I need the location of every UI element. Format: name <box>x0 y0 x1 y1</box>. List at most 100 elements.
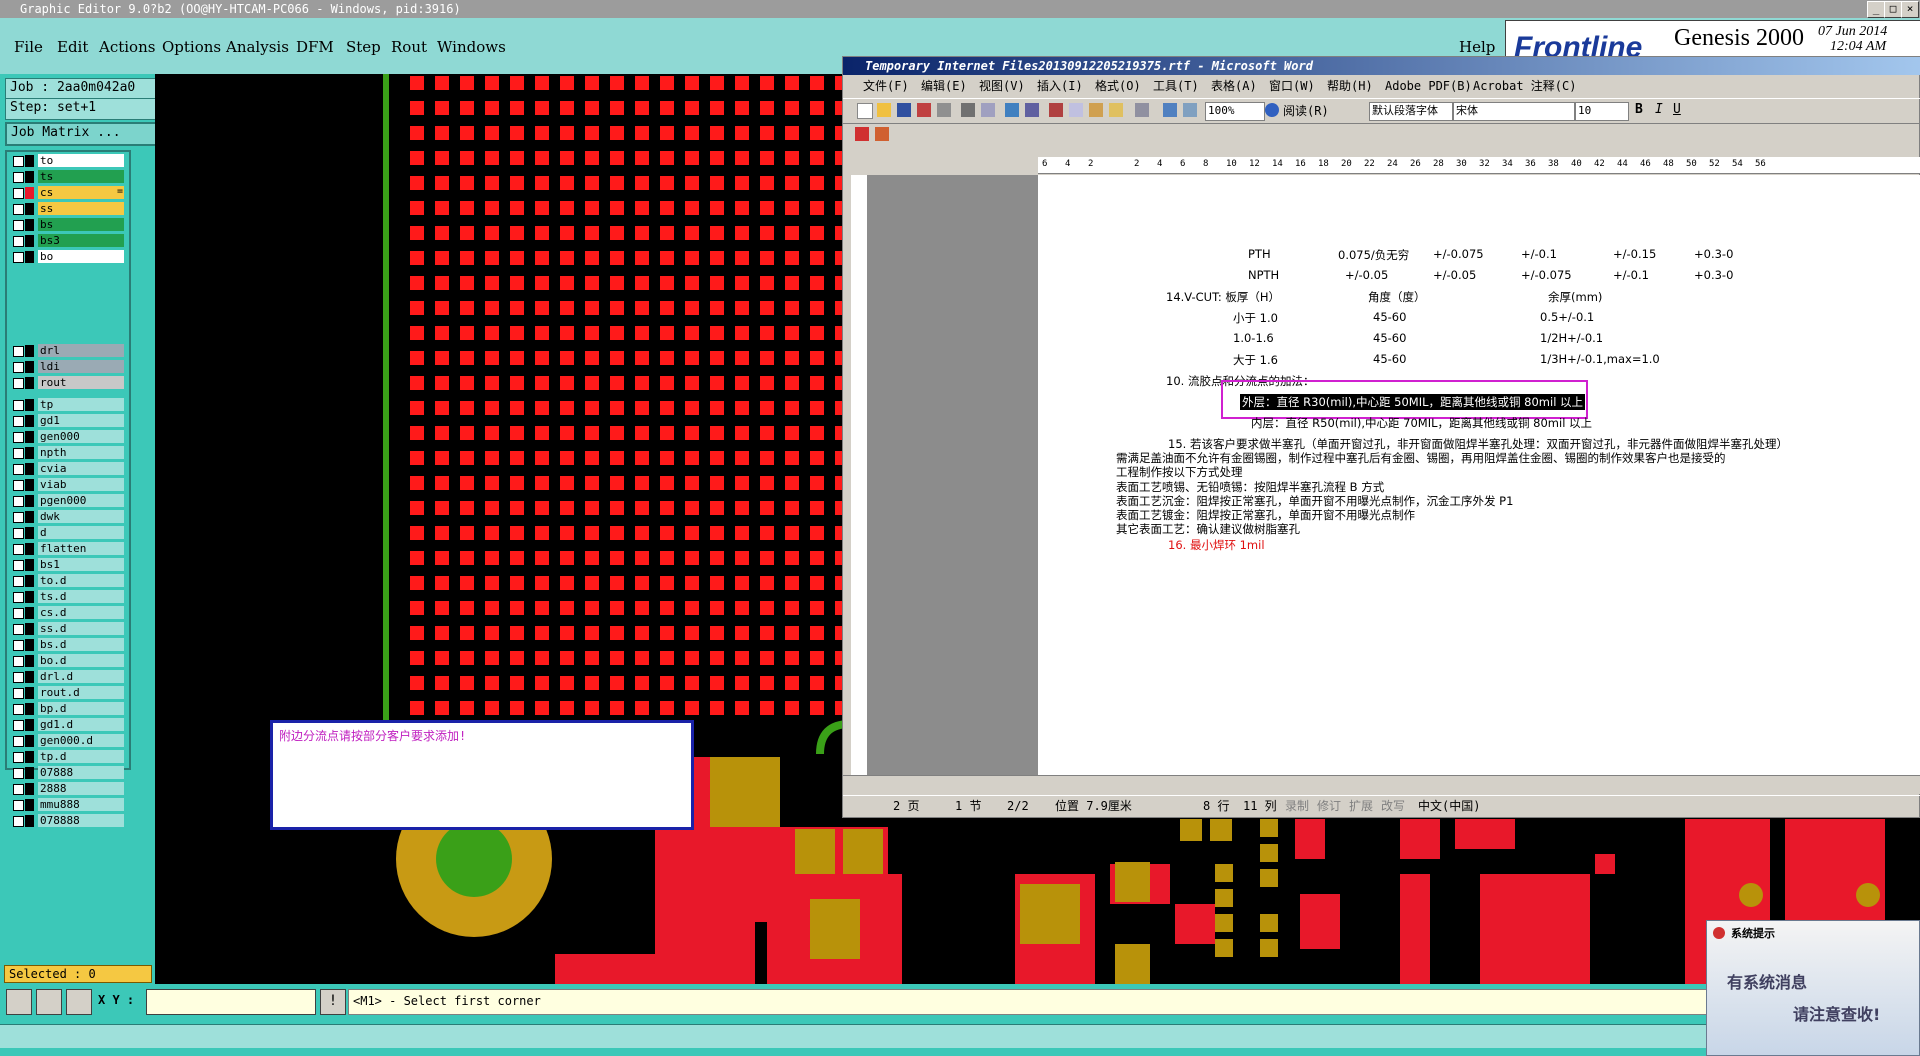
alert-icon[interactable]: ! <box>320 989 346 1015</box>
snap-icon[interactable] <box>6 989 32 1015</box>
document-page[interactable]: PTH 0.075/负无穷 +/-0.075 +/-0.1 +/-0.15 +0… <box>1038 175 1920 775</box>
grid-icon[interactable] <box>66 989 92 1015</box>
layer-row-to[interactable]: to <box>9 154 125 168</box>
minimize-button[interactable]: _ <box>1867 1 1885 18</box>
open-icon[interactable] <box>877 103 891 117</box>
save-icon[interactable] <box>897 103 911 117</box>
help-icon[interactable] <box>1265 103 1279 117</box>
layer-row-2888[interactable]: 2888 <box>9 782 125 796</box>
layer-checkbox[interactable] <box>13 188 24 199</box>
layer-row-bo-d[interactable]: bo.d <box>9 654 125 668</box>
layer-checkbox[interactable] <box>13 544 24 555</box>
email-icon[interactable] <box>937 103 951 117</box>
underline-icon[interactable]: U <box>1673 102 1681 117</box>
layer-checkbox[interactable] <box>13 608 24 619</box>
layer-row-viab[interactable]: viab <box>9 478 125 492</box>
restore-button[interactable]: □ <box>1884 1 1902 18</box>
horizontal-ruler[interactable]: 6 4 2 2 4 6 8 10 12 14 16 18 20 22 24 26 28 30 32 34 36 38 40 4… <box>1038 157 1920 174</box>
research-icon[interactable] <box>1025 103 1039 117</box>
layer-checkbox[interactable] <box>13 576 24 587</box>
job-matrix-button[interactable]: Job Matrix ... <box>5 122 161 146</box>
layer-row-cvia[interactable]: cvia <box>9 462 125 476</box>
layer-row-bo[interactable]: bo <box>9 250 125 264</box>
layer-checkbox[interactable] <box>13 704 24 715</box>
layer-row-cs-d[interactable]: cs.d <box>9 606 125 620</box>
layer-checkbox[interactable] <box>13 592 24 603</box>
layer-checkbox[interactable] <box>13 172 24 183</box>
layer-row-07888[interactable]: 07888 <box>9 766 125 780</box>
layer-checkbox[interactable] <box>13 624 24 635</box>
status-ovr[interactable]: 改写 <box>1381 796 1405 816</box>
font-size-select[interactable]: 10 <box>1575 102 1629 121</box>
bold-icon[interactable]: B <box>1635 102 1643 117</box>
word-menu-window[interactable]: 窗口(W) <box>1269 76 1315 96</box>
layer-checkbox[interactable] <box>13 156 24 167</box>
layer-row-bs1[interactable]: bs1 <box>9 558 125 572</box>
layer-checkbox[interactable] <box>13 528 24 539</box>
measure-icon[interactable] <box>36 989 62 1015</box>
layer-row-tp[interactable]: tp <box>9 398 125 412</box>
menu-help[interactable]: Help <box>1459 38 1495 56</box>
status-rec[interactable]: 录制 <box>1285 796 1309 816</box>
layer-checkbox[interactable] <box>13 400 24 411</box>
layer-row-bp-d[interactable]: bp.d <box>9 702 125 716</box>
menu-options[interactable]: Options <box>162 38 221 56</box>
layer-row-gd1[interactable]: gd1 <box>9 414 125 428</box>
layer-checkbox[interactable] <box>13 768 24 779</box>
layer-row-dwk[interactable]: dwk <box>9 510 125 524</box>
layer-row-ts-d[interactable]: ts.d <box>9 590 125 604</box>
word-menu-adobe-pdf[interactable]: Adobe PDF(B) <box>1385 76 1472 96</box>
word-menu-tools[interactable]: 工具(T) <box>1153 76 1199 96</box>
spelling-icon[interactable] <box>1005 103 1019 117</box>
cut-icon[interactable] <box>1049 103 1063 117</box>
layer-row-drl[interactable]: drl <box>9 344 125 358</box>
permission-icon[interactable] <box>917 103 931 117</box>
layer-checkbox[interactable] <box>13 512 24 523</box>
italic-icon[interactable]: I <box>1655 102 1663 117</box>
layer-checkbox[interactable] <box>13 378 24 389</box>
layer-row-to-d[interactable]: to.d <box>9 574 125 588</box>
close-button[interactable]: × <box>1901 1 1919 18</box>
layer-row-d[interactable]: d <box>9 526 125 540</box>
layer-row-npth[interactable]: npth <box>9 446 125 460</box>
layer-checkbox[interactable] <box>13 464 24 475</box>
note-textbox[interactable]: 附边分流点请按部分客户要求添加! <box>270 720 694 830</box>
layer-row-mmu888[interactable]: mmu888 <box>9 798 125 812</box>
horizontal-scrollbar[interactable] <box>843 775 1920 794</box>
print-icon[interactable] <box>961 103 975 117</box>
job-field[interactable]: Job : 2aa0m042a0 <box>5 78 159 100</box>
layer-checkbox[interactable] <box>13 362 24 373</box>
layer-checkbox[interactable] <box>13 784 24 795</box>
layer-checkbox[interactable] <box>13 720 24 731</box>
layer-checkbox[interactable] <box>13 736 24 747</box>
layer-row-pgen000[interactable]: pgen000 <box>9 494 125 508</box>
menu-dfm[interactable]: DFM <box>296 38 334 56</box>
word-menu-table[interactable]: 表格(A) <box>1211 76 1257 96</box>
read-button[interactable]: 阅读(R) <box>1283 102 1329 120</box>
layer-checkbox[interactable] <box>13 752 24 763</box>
paste-icon[interactable] <box>1089 103 1103 117</box>
layer-checkbox[interactable] <box>13 816 24 827</box>
layer-row-tp-d[interactable]: tp.d <box>9 750 125 764</box>
print-preview-icon[interactable] <box>981 103 995 117</box>
menu-rout[interactable]: Rout <box>391 38 427 56</box>
layer-row-flatten[interactable]: flatten <box>9 542 125 556</box>
layer-row-bs[interactable]: bs <box>9 218 125 232</box>
layer-row-078888[interactable]: 078888 <box>9 814 125 828</box>
zoom-select[interactable]: 100% <box>1205 102 1265 121</box>
layer-checkbox[interactable] <box>13 204 24 215</box>
layer-checkbox[interactable] <box>13 448 24 459</box>
style-select[interactable]: 默认段落字体 <box>1369 102 1453 121</box>
layer-checkbox[interactable] <box>13 236 24 247</box>
menu-file[interactable]: File <box>14 38 43 56</box>
layer-row-rout[interactable]: rout <box>9 376 125 390</box>
layer-row-ldi[interactable]: ldi <box>9 360 125 374</box>
layer-checkbox[interactable] <box>13 640 24 651</box>
word-menu-help[interactable]: 帮助(H) <box>1327 76 1373 96</box>
layer-checkbox[interactable] <box>13 496 24 507</box>
layer-checkbox[interactable] <box>13 220 24 231</box>
word-menu-acrobat[interactable]: Acrobat 注释(C) <box>1473 76 1576 96</box>
status-ext[interactable]: 扩展 <box>1349 796 1373 816</box>
layer-row-bs-d[interactable]: bs.d <box>9 638 125 652</box>
layer-row-ts[interactable]: ts <box>9 170 125 184</box>
